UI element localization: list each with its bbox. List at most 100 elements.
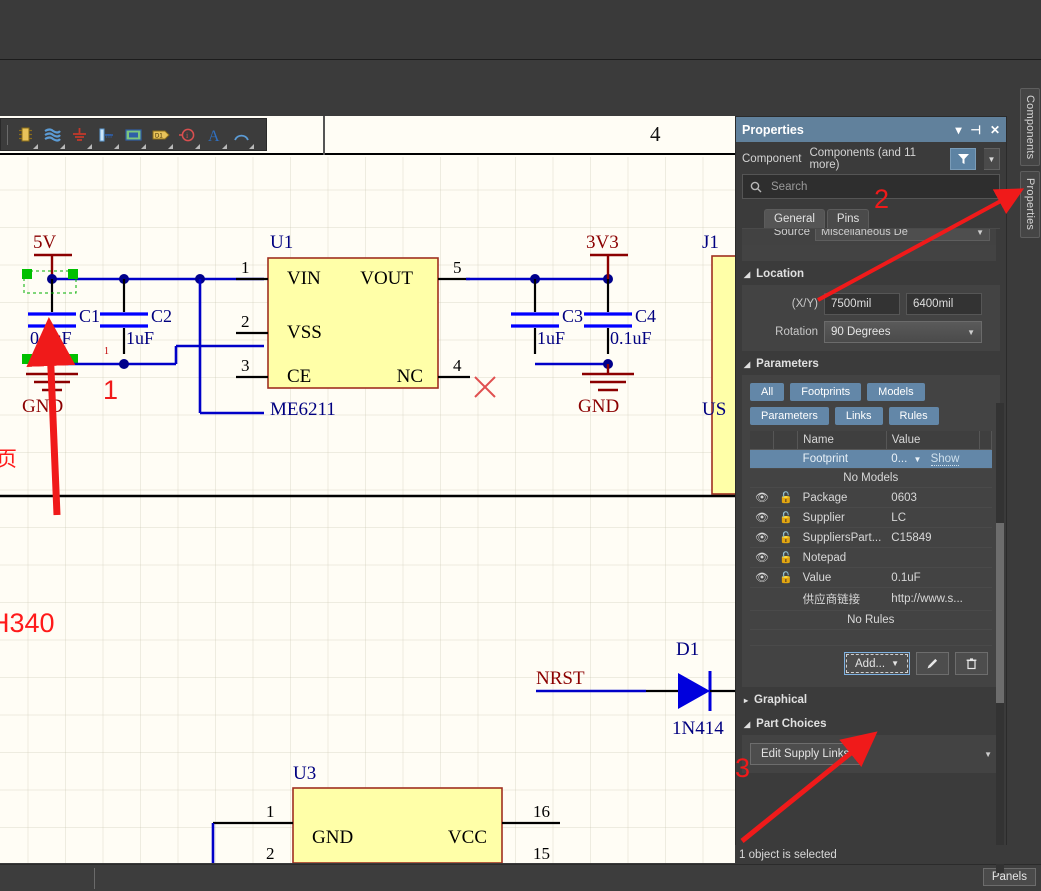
unlock-icon[interactable]: 🔓 bbox=[773, 567, 798, 588]
search-icon bbox=[750, 181, 762, 192]
pin-icon[interactable]: ⊣ bbox=[970, 123, 980, 137]
tab-pins[interactable]: Pins bbox=[826, 209, 870, 228]
no-erc-icon[interactable]: i bbox=[174, 120, 201, 150]
table-row[interactable]: Footprint 0... ▼ Show bbox=[750, 449, 992, 469]
window-top-chrome bbox=[0, 0, 1041, 60]
footprint-show-link[interactable]: Show bbox=[930, 453, 960, 466]
svg-text:2: 2 bbox=[241, 312, 250, 331]
panel-tabs[interactable]: General Pins bbox=[742, 209, 1000, 228]
bottom-status-bar: Panels bbox=[0, 864, 1041, 891]
svg-text:0.1uF: 0.1uF bbox=[30, 328, 72, 348]
svg-text:1N414: 1N414 bbox=[672, 718, 724, 739]
source-select[interactable]: Miscellaneous De ▼ bbox=[815, 229, 990, 241]
port-icon[interactable]: m bbox=[93, 120, 120, 150]
svg-text:3V3: 3V3 bbox=[586, 232, 619, 253]
close-icon[interactable]: ✕ bbox=[990, 123, 1000, 137]
table-row[interactable]: 供应商链接 http://www.s... bbox=[750, 587, 992, 611]
visibility-off-icon[interactable]: 👁 bbox=[750, 547, 774, 568]
panel-tab-strip[interactable]: Components Properties bbox=[1019, 88, 1041, 248]
filter-icon[interactable] bbox=[950, 148, 976, 170]
visibility-on-icon[interactable]: 👁 bbox=[750, 567, 774, 588]
chevron-down-icon[interactable]: ▼ bbox=[913, 455, 921, 464]
location-section-header[interactable]: ◢ Location bbox=[742, 261, 1000, 285]
filter-parameters-button[interactable]: Parameters bbox=[750, 407, 829, 425]
filter-models-button[interactable]: Models bbox=[867, 383, 925, 401]
tab-general[interactable]: General bbox=[764, 209, 825, 228]
window-toolbar-area bbox=[0, 61, 1041, 116]
chevron-down-icon[interactable]: ▼ bbox=[984, 750, 992, 759]
param-value[interactable]: LC bbox=[886, 507, 980, 528]
rotation-select[interactable]: 90 Degrees ▼ bbox=[824, 321, 982, 343]
vtab-components[interactable]: Components bbox=[1020, 88, 1040, 167]
graphical-section-header[interactable]: ▸ Graphical bbox=[742, 687, 1000, 711]
table-row[interactable]: 👁 🔓 Package 0603 bbox=[750, 487, 992, 508]
unlock-icon[interactable]: 🔓 bbox=[773, 487, 798, 508]
unlock-icon[interactable]: 🔓 bbox=[773, 527, 798, 548]
param-value[interactable] bbox=[886, 547, 980, 568]
visibility-off-icon[interactable]: 👁 bbox=[750, 527, 774, 548]
part-choices-section-header[interactable]: ◢ Part Choices bbox=[742, 711, 1000, 735]
param-value[interactable]: C15849 bbox=[886, 527, 980, 548]
chevron-down-icon[interactable]: ▾ bbox=[955, 123, 961, 137]
schematic-toolbar[interactable]: m D1 i A bbox=[0, 118, 267, 151]
search-input[interactable] bbox=[769, 179, 992, 194]
svg-text:GND: GND bbox=[312, 827, 353, 848]
app-window: 4 .w { stroke:#0000c8; stroke-width:2.6;… bbox=[0, 0, 1041, 891]
pencil-icon bbox=[927, 658, 938, 669]
filter-footprints-button[interactable]: Footprints bbox=[790, 383, 862, 401]
filter-rules-button[interactable]: Rules bbox=[888, 407, 939, 425]
table-row[interactable]: 👁 🔓 Notepad bbox=[750, 547, 992, 568]
table-row[interactable]: 👁 🔓 SuppliersPart... C15849 bbox=[750, 527, 992, 548]
param-name: Supplier bbox=[797, 507, 887, 528]
gnd-power-port-icon[interactable] bbox=[66, 120, 93, 150]
svg-text:5: 5 bbox=[453, 258, 462, 277]
x-input[interactable]: 7500mil bbox=[824, 293, 900, 315]
expander-icon: ◢ bbox=[744, 719, 751, 729]
unlock-icon[interactable]: 🔓 bbox=[773, 507, 798, 528]
filter-dropdown-button[interactable]: ▼ bbox=[984, 148, 1000, 170]
toolbar-separator bbox=[7, 124, 8, 145]
sheet-symbol-icon[interactable] bbox=[120, 120, 147, 150]
parameter-buttons[interactable]: Add... ▼ bbox=[750, 646, 992, 679]
table-row[interactable]: 👁 🔓 Supplier LC bbox=[750, 507, 992, 528]
visibility-off-icon[interactable]: 👁 bbox=[750, 487, 774, 508]
no-rules-row: No Rules bbox=[750, 610, 992, 630]
edit-button[interactable] bbox=[916, 652, 949, 675]
svg-text:C2: C2 bbox=[151, 306, 172, 326]
vtab-properties[interactable]: Properties bbox=[1020, 171, 1040, 238]
svg-text:H340: H340 bbox=[0, 608, 55, 638]
parameter-filter-row-2[interactable]: Parameters Links Rules bbox=[750, 407, 992, 425]
delete-button[interactable] bbox=[955, 652, 988, 675]
edit-supply-links-button[interactable]: Edit Supply Links bbox=[750, 743, 861, 765]
arc-icon[interactable] bbox=[228, 120, 255, 150]
filter-all-button[interactable]: All bbox=[750, 383, 785, 401]
param-name: SuppliersPart... bbox=[797, 527, 887, 548]
bus-icon[interactable] bbox=[39, 120, 66, 150]
svg-text:页: 页 bbox=[0, 447, 17, 471]
component-icon[interactable] bbox=[12, 120, 39, 150]
footprint-value-cell[interactable]: 0... ▼ Show bbox=[886, 449, 980, 469]
filter-links-button[interactable]: Links bbox=[834, 407, 883, 425]
parameters-table[interactable]: Name Value Footprint 0... ▼ Show No Mode… bbox=[750, 431, 992, 646]
y-input[interactable]: 6400mil bbox=[906, 293, 982, 315]
svg-text:1uF: 1uF bbox=[537, 328, 565, 348]
panel-scroll-pane[interactable]: Source Miscellaneous De ▼ ◢ Location (X/… bbox=[742, 228, 1000, 832]
visibility-off-icon[interactable]: 👁 bbox=[750, 507, 774, 528]
schematic-canvas[interactable]: 4 .w { stroke:#0000c8; stroke-width:2.6;… bbox=[0, 116, 735, 863]
add-button[interactable]: Add... ▼ bbox=[844, 652, 910, 675]
param-value[interactable]: 0603 bbox=[886, 487, 980, 508]
table-row[interactable]: 👁 🔓 Value 0.1uF bbox=[750, 567, 992, 588]
search-box[interactable] bbox=[742, 174, 1000, 199]
panels-button[interactable]: Panels bbox=[982, 868, 1036, 886]
source-row-filler bbox=[742, 245, 996, 261]
link-value[interactable]: http://www.s... bbox=[886, 587, 980, 611]
panel-scrollbar[interactable] bbox=[996, 403, 1004, 873]
sheet-entry-icon[interactable]: D1 bbox=[147, 120, 174, 150]
svg-text:5V: 5V bbox=[33, 232, 57, 253]
unlock-icon[interactable]: 🔓 bbox=[773, 547, 798, 568]
parameter-filter-row-1[interactable]: All Footprints Models bbox=[750, 383, 992, 401]
parameters-section-header[interactable]: ◢ Parameters bbox=[742, 351, 1000, 375]
svg-text:NRST: NRST bbox=[536, 668, 585, 689]
text-icon[interactable]: A bbox=[201, 120, 228, 150]
param-value[interactable]: 0.1uF bbox=[886, 567, 980, 588]
